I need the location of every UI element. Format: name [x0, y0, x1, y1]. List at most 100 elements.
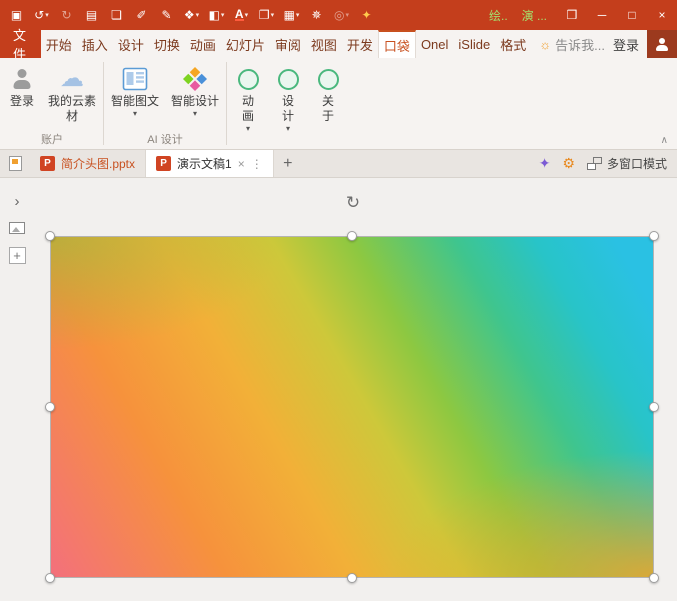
close-tab-icon[interactable]: × — [238, 157, 245, 171]
ribbon-tab-label: 格式 — [500, 35, 526, 54]
fill-color-button[interactable]: ◧▾ — [204, 2, 229, 28]
maximize-button[interactable]: □ — [617, 0, 647, 30]
qat-icon: ▣ — [11, 9, 22, 21]
account-area: 登录 — [613, 30, 677, 58]
doc-tab-intro-header[interactable]: P 简介头图.pptx — [30, 150, 146, 177]
redo-button[interactable]: ↻ — [54, 2, 79, 28]
my-cloud-assets-button[interactable]: ☁ 我的云素材 — [42, 60, 102, 126]
new-tab-button[interactable]: + — [274, 150, 302, 177]
selection-handle-sw[interactable] — [45, 573, 55, 583]
ribbon-tab-islide[interactable]: iSlide — [453, 30, 495, 58]
close-button[interactable]: × — [647, 0, 677, 30]
format-painter-button[interactable]: ❖▾ — [179, 2, 204, 28]
ribbon-tab-transitions[interactable]: 切换 — [149, 30, 185, 58]
dropdown-arrow-icon: ▾ — [286, 125, 290, 133]
ribbon-tab-home[interactable]: 开始 — [41, 30, 77, 58]
selection-handle-n[interactable] — [347, 231, 357, 241]
ribbon-tab-label: 设计 — [118, 35, 144, 54]
button-label: 我的云素材 — [48, 94, 96, 124]
qat-icon: ❏ — [111, 9, 122, 21]
smart-design-button[interactable]: 智能设计 ▾ — [165, 60, 225, 120]
circle-icon — [278, 69, 299, 90]
selection-handle-ne[interactable] — [649, 231, 659, 241]
award-button[interactable]: ✵ — [304, 2, 329, 28]
tab-more-icon[interactable]: ⋮ — [251, 157, 263, 171]
ribbon-tab-label: 幻灯片 — [226, 35, 265, 54]
circle-icon — [238, 69, 259, 90]
selection-handle-se[interactable] — [649, 573, 659, 583]
qat-icon: ↺ — [34, 9, 44, 21]
table-button[interactable]: ▦▾ — [279, 2, 304, 28]
qat-icon: ✎ — [161, 9, 171, 21]
ribbon-tab-design[interactable]: 设计 — [113, 30, 149, 58]
ribbon-tab-developer[interactable]: 开发 — [342, 30, 378, 58]
ribbon-tab-onekey[interactable]: Onel — [416, 30, 453, 58]
font-color-button[interactable]: A▾ — [229, 2, 254, 28]
ribbon-tab-slideshow[interactable]: 幻灯片 — [221, 30, 270, 58]
undo-button[interactable]: ↺▾ — [29, 2, 54, 28]
add-slide-button[interactable]: + — [9, 247, 26, 264]
tab-bar-home-button[interactable] — [0, 150, 30, 177]
dropdown-arrow-icon: ▾ — [221, 11, 225, 19]
ribbon-tab-pocket[interactable]: 口袋 — [378, 30, 416, 58]
ribbon-tabs: 开始 插入 设计 切换 动画 幻灯片 审阅 视图 开发 口袋 Onel — [41, 30, 531, 58]
brush-button[interactable]: ✐ — [129, 2, 154, 28]
plugin-label-draw[interactable]: 绘.. — [489, 7, 508, 24]
expand-panel-icon[interactable]: › — [15, 194, 20, 209]
settings-gear-icon[interactable]: ⚙ — [562, 155, 575, 172]
new-slide-button[interactable]: ❏ — [104, 2, 129, 28]
switch-window-button[interactable]: ❒ — [557, 0, 587, 30]
dropdown-arrow-icon: ▾ — [345, 11, 349, 19]
pen-button[interactable]: ✎ — [154, 2, 179, 28]
ribbon-tab-insert[interactable]: 插入 — [77, 30, 113, 58]
ribbon-tab-view[interactable]: 视图 — [306, 30, 342, 58]
sign-in-link[interactable]: 登录 — [613, 35, 639, 54]
selection-handle-s[interactable] — [347, 573, 357, 583]
shapes-button[interactable]: ◎▾ — [329, 2, 354, 28]
selection-handle-e[interactable] — [649, 402, 659, 412]
qat-icon: ◧ — [209, 9, 220, 21]
pa-design-button[interactable]: 设计 ▾ — [268, 60, 308, 135]
ribbon: 登录 ☁ 我的云素材 账户 智能图文 ▾ — [0, 58, 677, 150]
beautify-wand-icon[interactable]: ✦ — [539, 155, 551, 172]
slide-thumbnail-icon[interactable] — [9, 222, 25, 234]
qat-icon: A — [235, 9, 244, 21]
dropdown-arrow-icon: ▾ — [45, 11, 49, 19]
tell-me-box[interactable]: ☼ 告诉我... — [531, 30, 613, 58]
group-divider — [103, 62, 104, 145]
doc-tab-presentation1[interactable]: P 演示文稿1 × ⋮ — [146, 150, 274, 177]
ribbon-tab-format[interactable]: 格式 — [495, 30, 531, 58]
collapse-ribbon-button[interactable]: ∧ — [661, 135, 668, 146]
qat-icon: ✐ — [136, 9, 146, 21]
powerpoint-file-icon: P — [156, 156, 171, 171]
slide-canvas[interactable]: ↻ — [34, 178, 677, 601]
paste-button[interactable]: ❐▾ — [254, 2, 279, 28]
pa-about-button[interactable]: 关于 — [308, 60, 348, 126]
minimize-button[interactable]: ─ — [587, 0, 617, 30]
magic-design-icon — [182, 64, 208, 94]
group-label-ai-design: AI 设计 — [105, 133, 225, 149]
ribbon-tab-review[interactable]: 审阅 — [270, 30, 306, 58]
multi-window-mode-button[interactable]: 多窗口模式 — [587, 155, 667, 172]
rotate-handle[interactable]: ↻ — [343, 192, 363, 212]
smart-layout-button[interactable]: 智能图文 ▾ — [105, 60, 165, 120]
selection-handle-nw[interactable] — [45, 231, 55, 241]
ribbon-tab-label: 开始 — [46, 35, 72, 54]
plugin-label-present[interactable]: 演 ... — [522, 7, 547, 24]
ribbon-group-account: 登录 ☁ 我的云素材 账户 — [2, 58, 102, 149]
powerpoint-file-icon: P — [40, 156, 55, 171]
addin-button[interactable]: ✦ — [354, 2, 379, 28]
sign-in-button[interactable]: 登录 — [2, 60, 42, 111]
avatar[interactable] — [647, 30, 677, 58]
read-mode-button[interactable]: ▤ — [79, 2, 104, 28]
selected-image[interactable] — [51, 237, 653, 577]
document-tabs: P 简介头图.pptx P 演示文稿1 × ⋮ — [30, 150, 274, 177]
quick-access-toolbar: ▣ ↺▾ ↻ ▤ ❏ ✐ ✎ ❖▾ ◧▾ A▾ ❐▾ ▦▾ — [4, 2, 379, 28]
ribbon-tab-animations[interactable]: 动画 — [185, 30, 221, 58]
document-tab-label: 简介头图.pptx — [61, 155, 135, 172]
ribbon-tab-file[interactable]: 文件 — [0, 30, 41, 58]
pa-animation-button[interactable]: 动画 ▾ — [228, 60, 268, 135]
document-tab-bar: P 简介头图.pptx P 演示文稿1 × ⋮ + ✦ ⚙ 多窗口模式 — [0, 150, 677, 178]
ribbon-tab-label: 口袋 — [384, 36, 410, 55]
selection-handle-w[interactable] — [45, 402, 55, 412]
